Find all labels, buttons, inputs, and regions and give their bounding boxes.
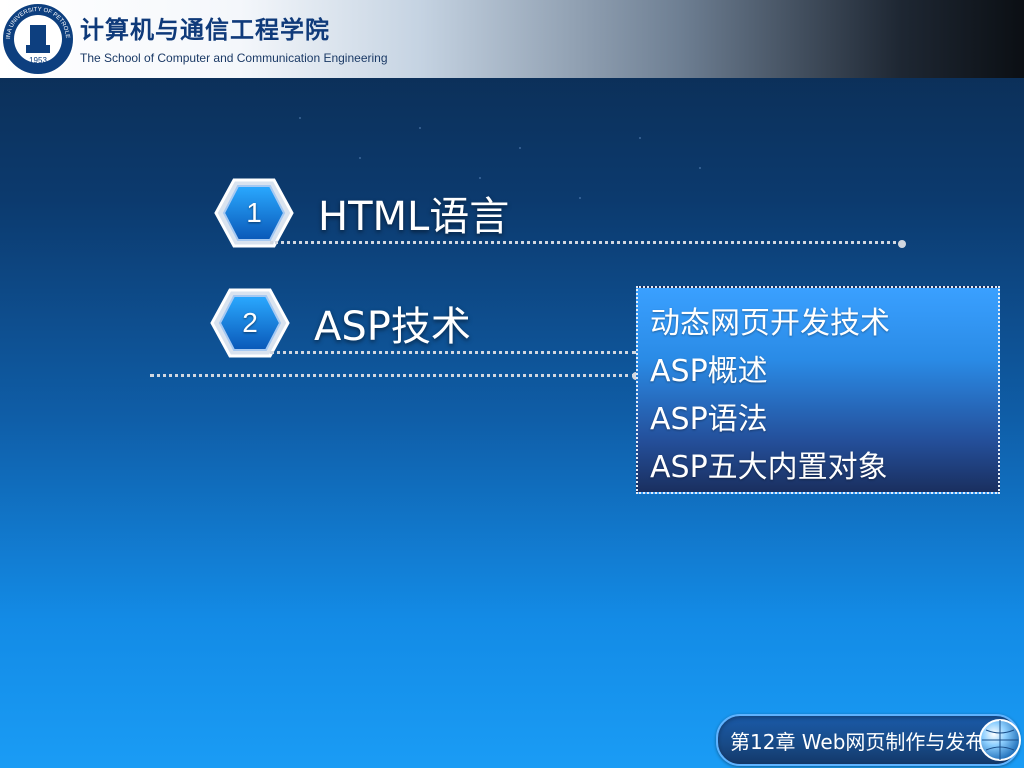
- connector-line: [150, 374, 636, 377]
- agenda-line-2: [270, 351, 636, 354]
- agenda-badge-1: 1: [214, 178, 294, 248]
- topic-line-2: ASP概述: [650, 354, 768, 389]
- university-logo: 1953 CHINA UNIVERSITY OF PETROLEUM: [0, 1, 75, 76]
- agenda-item-2[interactable]: 2 ASP技术: [210, 288, 471, 358]
- agenda-line-1-end-dot: [898, 240, 906, 248]
- globe-icon: [979, 719, 1021, 761]
- agenda-badge-2: 2: [210, 288, 290, 358]
- topic-line-1: 动态网页开发技术: [650, 306, 890, 341]
- topic-line-3: ASP语法: [650, 402, 768, 437]
- header-subtitle: The School of Computer and Communication…: [80, 51, 388, 65]
- header-title: 计算机与通信工程学院: [80, 16, 330, 44]
- agenda-title-2: ASP技术: [314, 304, 471, 350]
- agenda-number-2: 2: [242, 307, 258, 338]
- footer-text: 第12章 Web网页制作与发布: [730, 730, 986, 754]
- agenda-item-1[interactable]: 1 HTML语言: [214, 178, 509, 248]
- topic-line-4: ASP五大内置对象: [650, 450, 888, 485]
- header-text: 计算机与通信工程学院 The School of Computer and Co…: [80, 10, 388, 65]
- header: 1953 CHINA UNIVERSITY OF PETROLEUM 计算机与通…: [0, 0, 1024, 78]
- chapter-footer: 第12章 Web网页制作与发布: [716, 714, 1024, 766]
- agenda-title-1: HTML语言: [318, 194, 510, 240]
- agenda-line-1: [270, 241, 902, 244]
- asp-topics-box: 动态网页开发技术 ASP概述 ASP语法 ASP五大内置对象: [636, 286, 1000, 494]
- agenda-number-1: 1: [246, 197, 262, 228]
- svg-text:1953: 1953: [29, 56, 47, 65]
